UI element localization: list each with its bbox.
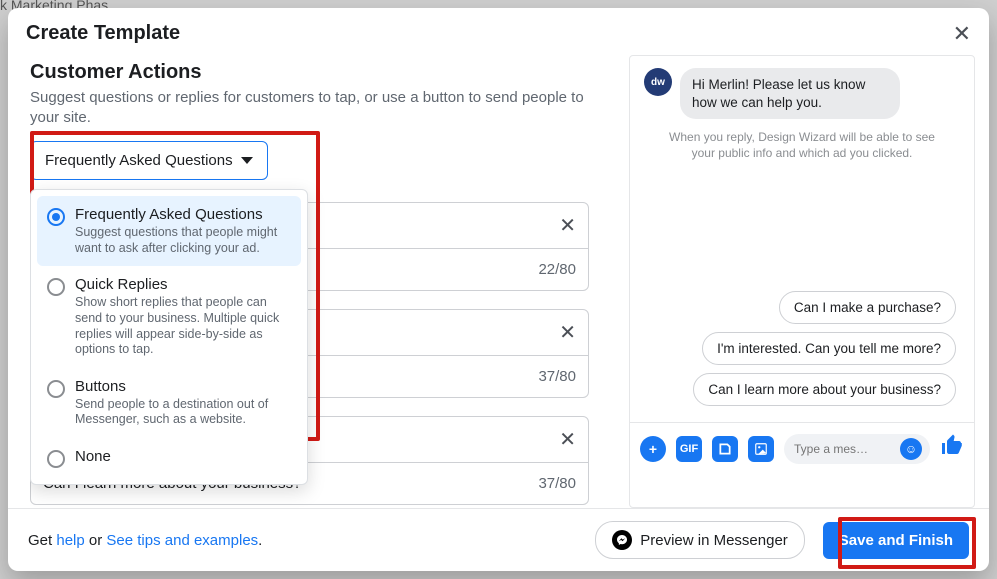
option-title: Buttons — [75, 378, 291, 395]
radio-icon — [47, 278, 65, 296]
char-count: 37/80 — [526, 475, 588, 492]
save-and-finish-button[interactable]: Save and Finish — [823, 522, 969, 559]
option-title: None — [75, 448, 291, 465]
radio-icon — [47, 380, 65, 398]
dropdown-option-quick-replies[interactable]: Quick Replies Show short replies that pe… — [37, 266, 301, 368]
remove-question-icon[interactable]: ✕ — [559, 427, 576, 452]
section-description: Suggest questions or replies for custome… — [30, 88, 589, 127]
footer-get: Get — [28, 532, 56, 549]
messenger-preview[interactable]: dw Hi Merlin! Please let us know how we … — [629, 55, 975, 508]
modal-title: Create Template — [26, 22, 180, 45]
preview-in-messenger-button[interactable]: Preview in Messenger — [595, 521, 805, 559]
char-count: 37/80 — [526, 368, 588, 385]
help-link[interactable]: help — [56, 532, 84, 549]
remove-question-icon[interactable]: ✕ — [559, 320, 576, 345]
emoji-icon[interactable]: ☺ — [900, 438, 922, 460]
dropdown-menu: Frequently Asked Questions Suggest quest… — [30, 189, 308, 485]
dropdown-trigger[interactable]: Frequently Asked Questions — [30, 141, 268, 180]
footer-or: or — [85, 532, 107, 549]
composer-bar: + GIF ☺ — [630, 422, 974, 474]
footer-help-text: Get help or See tips and examples. — [28, 532, 262, 549]
option-title: Quick Replies — [75, 276, 291, 293]
tips-link[interactable]: See tips and examples — [106, 532, 258, 549]
radio-icon — [47, 208, 65, 226]
chip-interested[interactable]: I'm interested. Can you tell me more? — [702, 332, 956, 365]
thumbs-up-icon[interactable] — [940, 433, 964, 464]
remove-question-icon[interactable]: ✕ — [559, 213, 576, 238]
suggestion-chips: Can I make a purchase? I'm interested. C… — [644, 291, 960, 418]
image-icon[interactable] — [748, 436, 774, 462]
dropdown-option-faq[interactable]: Frequently Asked Questions Suggest quest… — [37, 196, 301, 266]
chevron-down-icon — [241, 157, 253, 164]
chip-purchase[interactable]: Can I make a purchase? — [779, 291, 956, 324]
option-sub: Send people to a destination out of Mess… — [75, 397, 291, 428]
sticker-icon[interactable] — [712, 436, 738, 462]
close-icon[interactable]: ✕ — [953, 23, 971, 45]
char-count: 22/80 — [526, 261, 588, 278]
preview-column: dw Hi Merlin! Please let us know how we … — [619, 55, 989, 508]
radio-icon — [47, 450, 65, 468]
option-sub: Suggest questions that people might want… — [75, 225, 291, 256]
system-note: When you reply, Design Wizard will be ab… — [667, 129, 937, 161]
settings-column: Customer Actions Suggest questions or re… — [8, 55, 619, 508]
settings-scroll[interactable]: Customer Actions Suggest questions or re… — [30, 55, 613, 508]
modal-body: Customer Actions Suggest questions or re… — [8, 55, 989, 508]
gif-icon[interactable]: GIF — [676, 436, 702, 462]
dropdown-option-buttons[interactable]: Buttons Send people to a destination out… — [37, 368, 301, 438]
bot-avatar: dw — [644, 68, 672, 96]
customer-actions-dropdown: Frequently Asked Questions Frequently As… — [30, 141, 268, 180]
messenger-icon — [612, 530, 632, 550]
modal-footer: Get help or See tips and examples. Previ… — [8, 508, 989, 571]
footer-period: . — [258, 532, 262, 549]
composer-input[interactable] — [792, 441, 900, 457]
create-template-modal: Create Template ✕ Customer Actions Sugge… — [8, 8, 989, 571]
chip-learn-more[interactable]: Can I learn more about your business? — [693, 373, 956, 406]
modal-header: Create Template ✕ — [8, 8, 989, 55]
bot-message: Hi Merlin! Please let us know how we can… — [680, 68, 900, 119]
section-title: Customer Actions — [30, 61, 589, 84]
option-title: Frequently Asked Questions — [75, 206, 291, 223]
footer-actions: Preview in Messenger Save and Finish — [595, 521, 969, 559]
dropdown-selected-label: Frequently Asked Questions — [45, 152, 233, 169]
composer-input-wrap: ☺ — [784, 434, 930, 464]
preview-label: Preview in Messenger — [640, 532, 788, 549]
bot-message-row: dw Hi Merlin! Please let us know how we … — [644, 68, 960, 119]
chat-area: dw Hi Merlin! Please let us know how we … — [630, 56, 974, 422]
option-sub: Show short replies that people can send … — [75, 295, 291, 358]
plus-icon[interactable]: + — [640, 436, 666, 462]
save-wrap: Save and Finish — [823, 522, 969, 559]
dropdown-option-none[interactable]: None — [37, 438, 301, 478]
